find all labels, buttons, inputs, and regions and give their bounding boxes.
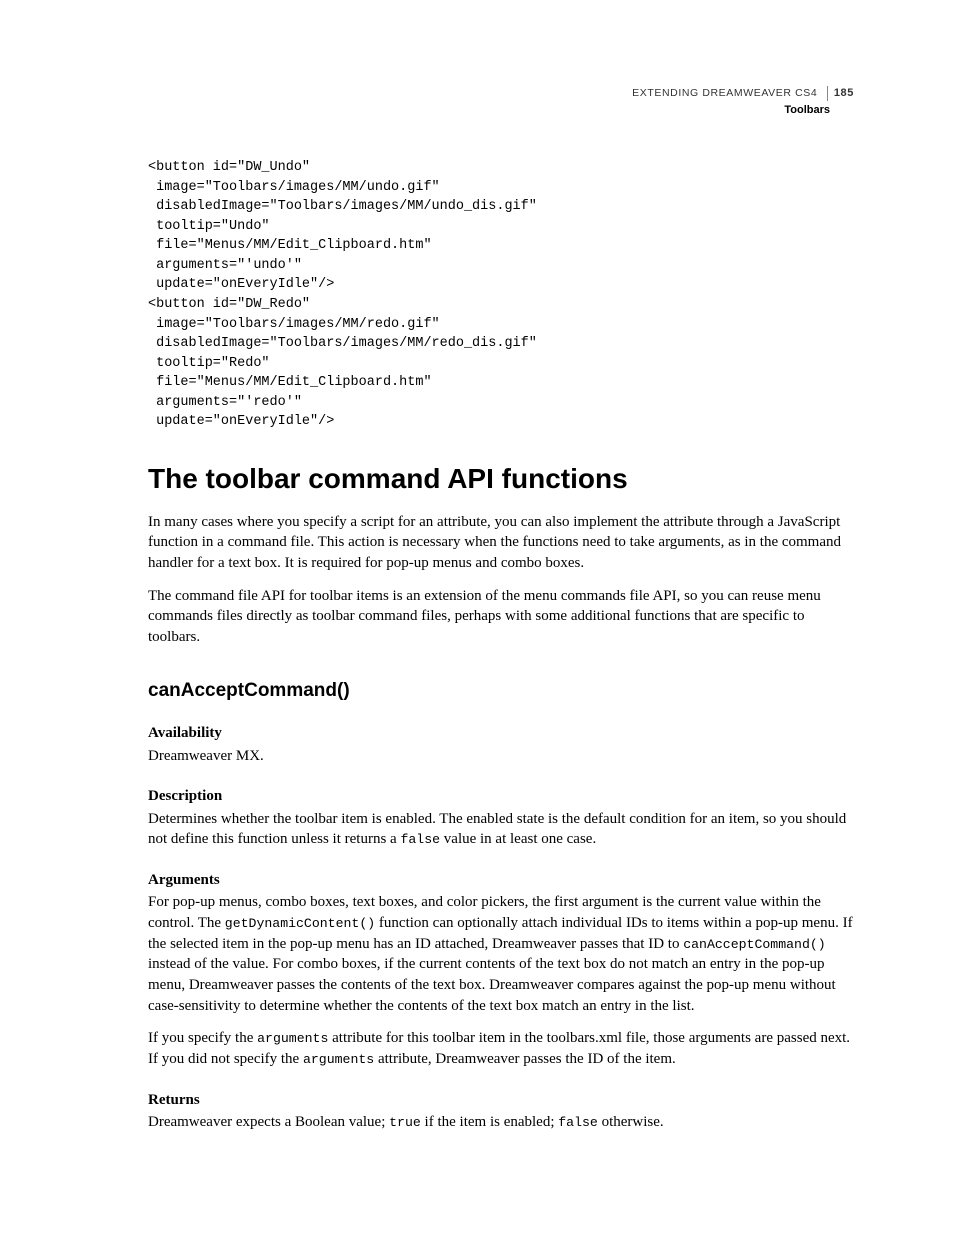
function-heading: canAcceptCommand() xyxy=(148,678,854,704)
description-label: Description xyxy=(148,786,854,806)
returns-post: otherwise. xyxy=(598,1114,664,1130)
arguments-p2-post: attribute, Dreamweaver passes the ID of … xyxy=(374,1051,676,1067)
arguments-p2-code2: arguments xyxy=(303,1052,374,1067)
description-code: false xyxy=(400,832,440,847)
returns-mid: if the item is enabled; xyxy=(421,1114,558,1130)
arguments-p1: For pop-up menus, combo boxes, text boxe… xyxy=(148,892,854,1016)
returns-label: Returns xyxy=(148,1090,854,1110)
doc-title-line: EXTENDING DREAMWEAVER CS4 185 xyxy=(632,86,854,101)
availability-label: Availability xyxy=(148,723,854,743)
intro-paragraph-2: The command file API for toolbar items i… xyxy=(148,586,854,648)
content-area: <button id="DW_Undo" image="Toolbars/ima… xyxy=(148,158,854,1133)
page-number: 185 xyxy=(827,86,854,101)
returns-code1: true xyxy=(389,1115,421,1130)
arguments-p1-code2: canAcceptCommand() xyxy=(683,937,825,952)
arguments-p1-post: instead of the value. For combo boxes, i… xyxy=(148,956,836,1013)
arguments-p2-pre: If you specify the xyxy=(148,1030,257,1046)
returns-code2: false xyxy=(558,1115,598,1130)
returns-text: Dreamweaver expects a Boolean value; tru… xyxy=(148,1112,854,1133)
arguments-label: Arguments xyxy=(148,870,854,890)
intro-paragraph-1: In many cases where you specify a script… xyxy=(148,512,854,574)
arguments-p1-code1: getDynamicContent() xyxy=(225,916,375,931)
arguments-p2-code1: arguments xyxy=(257,1031,328,1046)
running-header: EXTENDING DREAMWEAVER CS4 185 Toolbars xyxy=(632,86,854,118)
page: EXTENDING DREAMWEAVER CS4 185 Toolbars <… xyxy=(0,0,954,1235)
section-name: Toolbars xyxy=(632,103,854,118)
code-block: <button id="DW_Undo" image="Toolbars/ima… xyxy=(148,158,854,432)
arguments-p2: If you specify the arguments attribute f… xyxy=(148,1028,854,1069)
section-heading: The toolbar command API functions xyxy=(148,460,854,498)
description-text: Determines whether the toolbar item is e… xyxy=(148,809,854,850)
returns-pre: Dreamweaver expects a Boolean value; xyxy=(148,1114,389,1130)
doc-title: EXTENDING DREAMWEAVER CS4 xyxy=(632,87,817,99)
availability-text: Dreamweaver MX. xyxy=(148,746,854,767)
description-post: value in at least one case. xyxy=(440,831,596,847)
